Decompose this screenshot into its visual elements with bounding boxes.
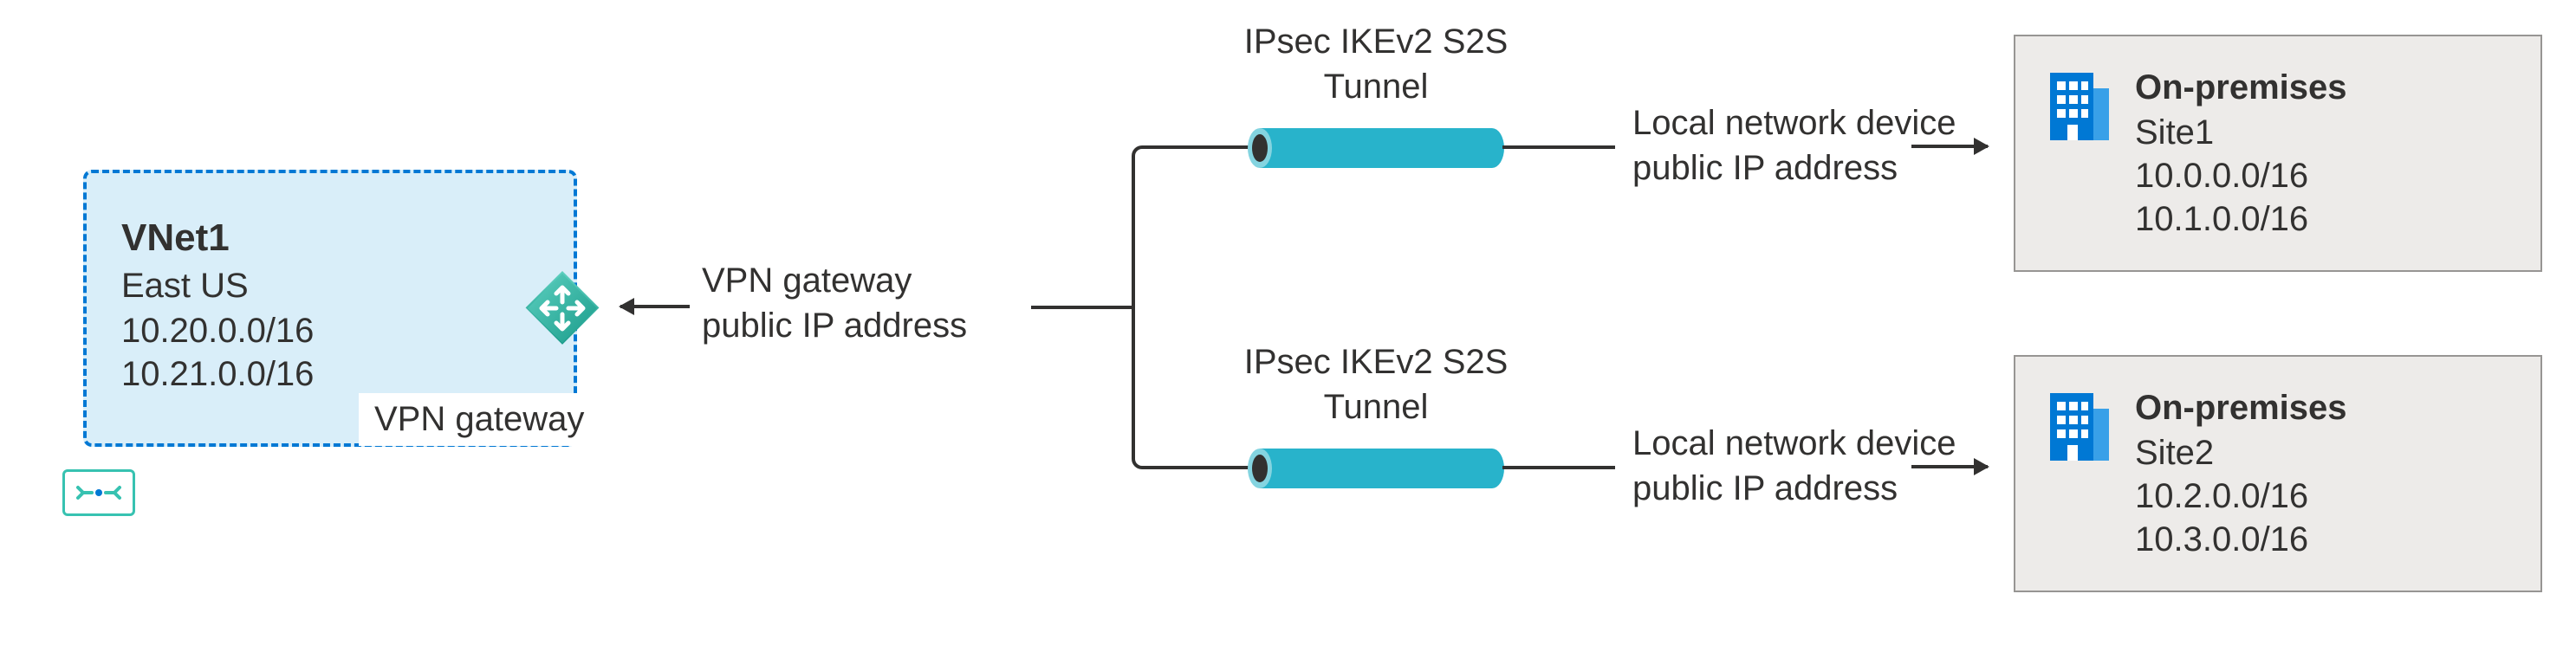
connector-top-branch [1145,145,1249,149]
site-subnet-1: 10.1.0.0/16 [2135,197,2347,241]
site-name: Site1 [2135,111,2347,154]
connector-vertical [1132,158,1135,457]
local-device-label-bottom: Local network device public IP address [1632,421,1956,511]
vpn-gateway-icon [525,271,600,345]
site-title: On-premises [2135,386,2347,429]
vnet-region: East US [121,267,539,306]
vnet-subnet-1: 10.21.0.0/16 [121,352,539,396]
site-title: On-premises [2135,66,2347,109]
arrow-to-site-top [1911,145,1988,148]
connector-bottom-branch [1145,466,1249,469]
vnet-title: VNet1 [121,216,539,260]
vnet-icon [62,469,135,516]
arrow-to-site-bottom [1911,465,1988,468]
vpn-public-ip-label: VPN gateway public IP address [702,258,967,348]
connector-main [1031,306,1135,309]
tunnel-label-bottom: IPsec IKEv2 S2S Tunnel [1220,339,1532,429]
local-device-label-top: Local network device public IP address [1632,100,1956,190]
vpn-gateway-label: VPN gateway [359,393,600,446]
site-name: Site2 [2135,431,2347,474]
connector-after-tunnel-top [1502,145,1615,149]
site-subnet-0: 10.0.0.0/16 [2135,154,2347,197]
site-subnet-0: 10.2.0.0/16 [2135,474,2347,518]
connector-after-tunnel-bottom [1502,466,1615,469]
tunnel-top-icon [1248,125,1504,171]
vnet-subnet-0: 10.20.0.0/16 [121,309,539,352]
arrow-to-gateway [620,305,690,308]
building-icon [2048,66,2111,140]
building-icon [2048,386,2111,461]
tunnel-bottom-icon [1248,445,1504,492]
site-box-2: On-premises Site2 10.2.0.0/16 10.3.0.0/1… [2014,355,2542,592]
site-subnet-1: 10.3.0.0/16 [2135,518,2347,561]
tunnel-label-top: IPsec IKEv2 S2S Tunnel [1220,19,1532,109]
site-box-1: On-premises Site1 10.0.0.0/16 10.1.0.0/1… [2014,35,2542,272]
